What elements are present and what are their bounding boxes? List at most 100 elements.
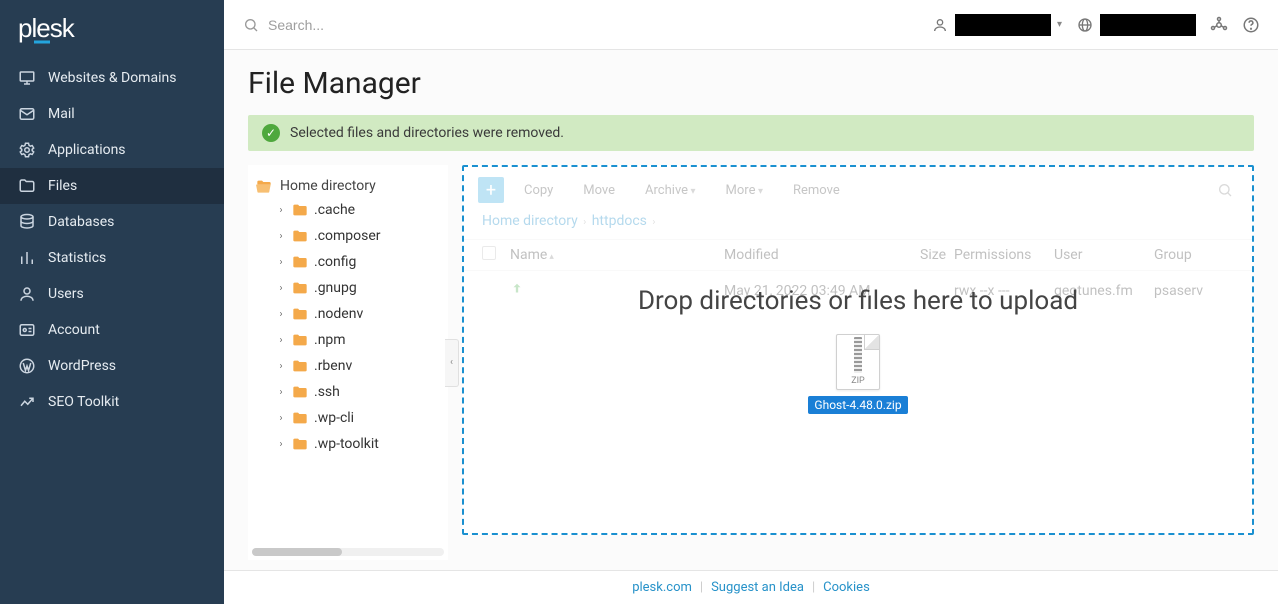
upload-dropzone[interactable]: + Copy Move Archive More Remove Home dir…	[462, 165, 1254, 535]
workarea: Home directory ›.cache ›.composer ›.conf…	[248, 165, 1254, 560]
search-input[interactable]	[268, 17, 568, 33]
new-button[interactable]: +	[478, 177, 504, 203]
col-header-user[interactable]: User	[1054, 247, 1154, 263]
footer-link-cookies[interactable]: Cookies	[823, 580, 870, 595]
folder-icon	[292, 229, 308, 243]
col-header-modified[interactable]: Modified	[724, 247, 894, 263]
sidebar-item-users[interactable]: Users	[0, 276, 224, 312]
sort-asc-icon: ▴	[549, 252, 554, 262]
check-icon: ✓	[262, 124, 280, 142]
sidebar-item-label: Statistics	[48, 250, 106, 266]
tree-root-label: Home directory	[280, 178, 376, 194]
tree-item-label: .config	[314, 254, 356, 270]
sidebar-item-databases[interactable]: Databases	[0, 204, 224, 240]
caret-right-icon: ›	[276, 205, 286, 216]
chevron-right-icon: ›	[581, 217, 588, 228]
collapse-column: ‹	[442, 165, 462, 560]
caret-right-icon: ›	[276, 387, 286, 398]
sidebar-item-label: Applications	[48, 142, 126, 158]
folder-icon	[18, 177, 36, 195]
archive-button[interactable]: Archive	[635, 179, 706, 202]
tree-item-ssh[interactable]: › .ssh	[272, 379, 444, 405]
gear-icon	[18, 141, 36, 159]
tree-item-cache[interactable]: ›.cache	[272, 197, 444, 223]
sidebar-item-files[interactable]: Files	[0, 168, 224, 204]
table-row-parent[interactable]: May 21, 2022 03:49 AM rwx --x --- geotun…	[464, 271, 1252, 311]
chevron-right-icon: ›	[650, 217, 657, 228]
sidebar-item-label: Databases	[48, 214, 114, 230]
tree-item-gnupg[interactable]: ›.gnupg	[272, 275, 444, 301]
tree-item-rbenv[interactable]: › .rbenv	[272, 353, 444, 379]
breadcrumb: Home directory › httpdocs ›	[464, 213, 1252, 239]
subscription-menu[interactable]	[1076, 14, 1196, 36]
user-menu[interactable]: ▾	[931, 14, 1062, 36]
search-box[interactable]	[242, 16, 917, 34]
copy-button[interactable]: Copy	[514, 179, 563, 202]
up-arrow-icon	[510, 281, 524, 297]
tree-item-npm[interactable]: ›.npm	[272, 327, 444, 353]
col-header-size[interactable]: Size	[894, 247, 954, 263]
cell-user: geotunes.fm	[1054, 283, 1154, 299]
file-table-header: Name▴ Modified Size Permissions User Gro…	[464, 239, 1252, 271]
help-icon[interactable]	[1242, 16, 1260, 34]
cell-modified: May 21, 2022 03:49 AM	[724, 283, 894, 299]
tree-item-label: .ssh	[314, 384, 340, 400]
database-icon	[18, 213, 36, 231]
tree-item-wpcli[interactable]: ›.wp-cli	[272, 405, 444, 431]
col-header-group[interactable]: Group	[1154, 247, 1234, 263]
redacted-user	[955, 14, 1051, 36]
sidebar-item-label: SEO Toolkit	[48, 394, 119, 410]
sidebar-item-label: Users	[48, 286, 84, 302]
footer-link-plesk[interactable]: plesk.com	[632, 580, 692, 595]
collapse-tree-handle[interactable]: ‹	[445, 339, 459, 387]
folder-icon	[292, 333, 308, 347]
chart-icon	[18, 393, 36, 411]
user-icon	[18, 285, 36, 303]
footer-link-suggest[interactable]: Suggest an Idea	[711, 580, 804, 595]
folder-icon	[292, 411, 308, 425]
move-button[interactable]: Move	[573, 179, 625, 202]
caret-right-icon: ›	[276, 361, 286, 372]
cell-group: psaserv	[1154, 283, 1234, 299]
tree-root[interactable]: Home directory	[252, 175, 444, 197]
remove-button[interactable]: Remove	[783, 179, 850, 202]
person-icon	[931, 16, 949, 34]
sidebar-item-applications[interactable]: Applications	[0, 132, 224, 168]
folder-icon	[292, 359, 308, 373]
folder-tree: Home directory ›.cache ›.composer ›.conf…	[248, 165, 448, 560]
tree-scrollbar[interactable]	[252, 548, 444, 556]
chevron-down-icon: ▾	[1057, 19, 1062, 30]
sidebar-item-label: Mail	[48, 106, 75, 122]
separator: |	[700, 580, 703, 595]
folder-open-icon	[256, 179, 272, 193]
extensions-icon[interactable]	[1210, 16, 1228, 34]
sidebar-item-label: WordPress	[48, 358, 116, 374]
sidebar-item-mail[interactable]: Mail	[0, 96, 224, 132]
filter-search-icon[interactable]	[1212, 177, 1238, 203]
col-header-permissions[interactable]: Permissions	[954, 247, 1054, 263]
tree-item-nodenv[interactable]: ›.nodenv	[272, 301, 444, 327]
footer: plesk.com | Suggest an Idea | Cookies	[224, 570, 1278, 604]
tree-item-config[interactable]: ›.config	[272, 249, 444, 275]
tree-item-label: .npm	[314, 332, 346, 348]
tree-item-composer[interactable]: ›.composer	[272, 223, 444, 249]
monitor-icon	[18, 69, 36, 87]
tree-item-wptoolkit[interactable]: ›.wp-toolkit	[272, 431, 444, 457]
tree-item-label: .gnupg	[314, 280, 357, 296]
sidebar-item-seo[interactable]: SEO Toolkit	[0, 384, 224, 420]
more-button[interactable]: More	[716, 179, 773, 202]
breadcrumb-current[interactable]: httpdocs	[592, 213, 647, 229]
col-header-name[interactable]: Name▴	[510, 247, 724, 263]
sidebar-item-wordpress[interactable]: WordPress	[0, 348, 224, 384]
sidebar-item-account[interactable]: Account	[0, 312, 224, 348]
breadcrumb-root[interactable]: Home directory	[482, 213, 578, 229]
file-toolbar: + Copy Move Archive More Remove	[464, 167, 1252, 213]
tree-item-label: .rbenv	[314, 358, 352, 374]
sidebar-item-websites[interactable]: Websites & Domains	[0, 60, 224, 96]
search-icon	[242, 16, 260, 34]
caret-right-icon: ›	[276, 413, 286, 424]
brand-logo[interactable]: plesk	[0, 0, 224, 60]
sidebar-item-statistics[interactable]: Statistics	[0, 240, 224, 276]
folder-icon	[292, 437, 308, 451]
select-all-checkbox[interactable]	[482, 246, 510, 264]
